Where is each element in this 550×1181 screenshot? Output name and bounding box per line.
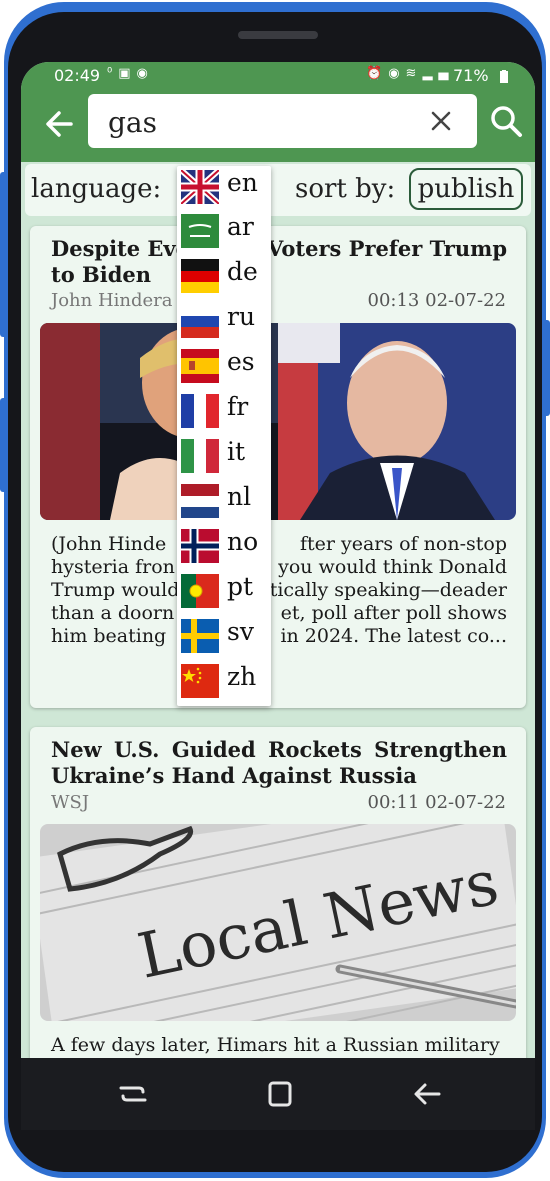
uk-flag-icon [181,170,219,204]
language-option-no[interactable]: no [177,525,271,569]
image-icon: ▣ [118,66,137,81]
spain-flag-icon [181,349,219,383]
netherlands-flag-icon [181,484,219,518]
sweden-flag-icon [181,619,219,653]
phone-speaker [238,31,318,39]
article-image[interactable]: Local News [40,824,516,1021]
back-arrow-icon[interactable] [41,104,81,144]
article-source: WSJ [51,792,90,813]
language-code: en [227,168,258,197]
language-dropdown-menu: en ar de ru es fr it nl no pt sv zh [177,166,271,706]
germany-flag-icon [181,259,219,293]
system-nav-bar [21,1058,535,1130]
clear-icon[interactable] [428,108,454,134]
language-code: nl [227,482,252,511]
language-code: no [227,527,259,556]
data-speed-icon: ⁰ [107,66,119,81]
language-option-de[interactable]: de [177,255,271,299]
language-option-en[interactable]: en [177,166,271,210]
language-code: de [227,257,258,286]
status-right-icons: ⏰◉≋▂▄ [366,66,454,81]
italy-flag-icon [181,439,219,473]
battery-icon [500,70,508,83]
language-code: zh [227,662,257,691]
language-option-ru[interactable]: ru [177,300,271,344]
dropdown-scrim [21,222,535,710]
language-option-nl[interactable]: nl [177,480,271,524]
language-option-zh[interactable]: zh [177,660,271,704]
article-time: 00:11 02-07-22 [367,792,506,813]
home-icon[interactable] [264,1078,296,1110]
status-bar: 02:49 ⁰▣◉ ⏰◉≋▂▄ 71% [21,62,535,90]
language-code: es [227,347,255,376]
language-code: pt [227,572,254,601]
article-card[interactable]: New U.S. Guided Rockets Strengthen Ukrai… [30,727,526,1058]
local-news-photo: Local News [40,824,516,1021]
status-left-icons: ⁰▣◉ [107,66,154,81]
location-icon: ◉ [388,66,406,81]
language-code: ru [227,302,256,331]
language-code: ar [227,212,254,241]
china-flag-icon [181,664,219,698]
sort-label: sort by: [295,174,396,204]
saudi-flag-icon [181,214,219,248]
alarm-icon: ⏰ [366,66,389,81]
language-code: fr [227,392,249,421]
app-screen: 02:49 ⁰▣◉ ⏰◉≋▂▄ 71% gas language: sort b… [21,62,535,1058]
status-time: 02:49 [54,66,101,85]
battery-level: 71% [453,66,489,85]
portugal-flag-icon [181,574,219,608]
language-option-es[interactable]: es [177,345,271,389]
recent-apps-icon[interactable] [117,1078,149,1110]
language-option-it[interactable]: it [177,435,271,479]
sort-dropdown-button[interactable]: publish [409,168,523,210]
search-query-text[interactable]: gas [108,106,157,139]
norway-flag-icon [181,529,219,563]
language-option-ar[interactable]: ar [177,210,271,254]
language-code: sv [227,617,254,646]
france-flag-icon [181,394,219,428]
search-toolbar: gas [21,90,535,162]
language-label: language: [31,174,162,204]
wifi-icon: ≋ [405,66,423,81]
location-icon: ◉ [136,66,154,81]
russia-flag-icon [181,304,219,338]
search-icon[interactable] [489,104,523,138]
language-option-pt[interactable]: pt [177,570,271,614]
article-description: A few days later, Himars hit a Russian m… [51,1034,500,1056]
filter-bar: language: sort by: publish [25,164,531,216]
language-option-sv[interactable]: sv [177,615,271,659]
search-input[interactable]: gas [88,94,477,148]
language-option-fr[interactable]: fr [177,390,271,434]
language-code: it [227,437,246,466]
back-nav-icon[interactable] [411,1078,443,1110]
article-title: New U.S. Guided Rockets Strengthen Ukrai… [51,737,507,788]
signal-icon: ▂▄ [422,66,455,81]
